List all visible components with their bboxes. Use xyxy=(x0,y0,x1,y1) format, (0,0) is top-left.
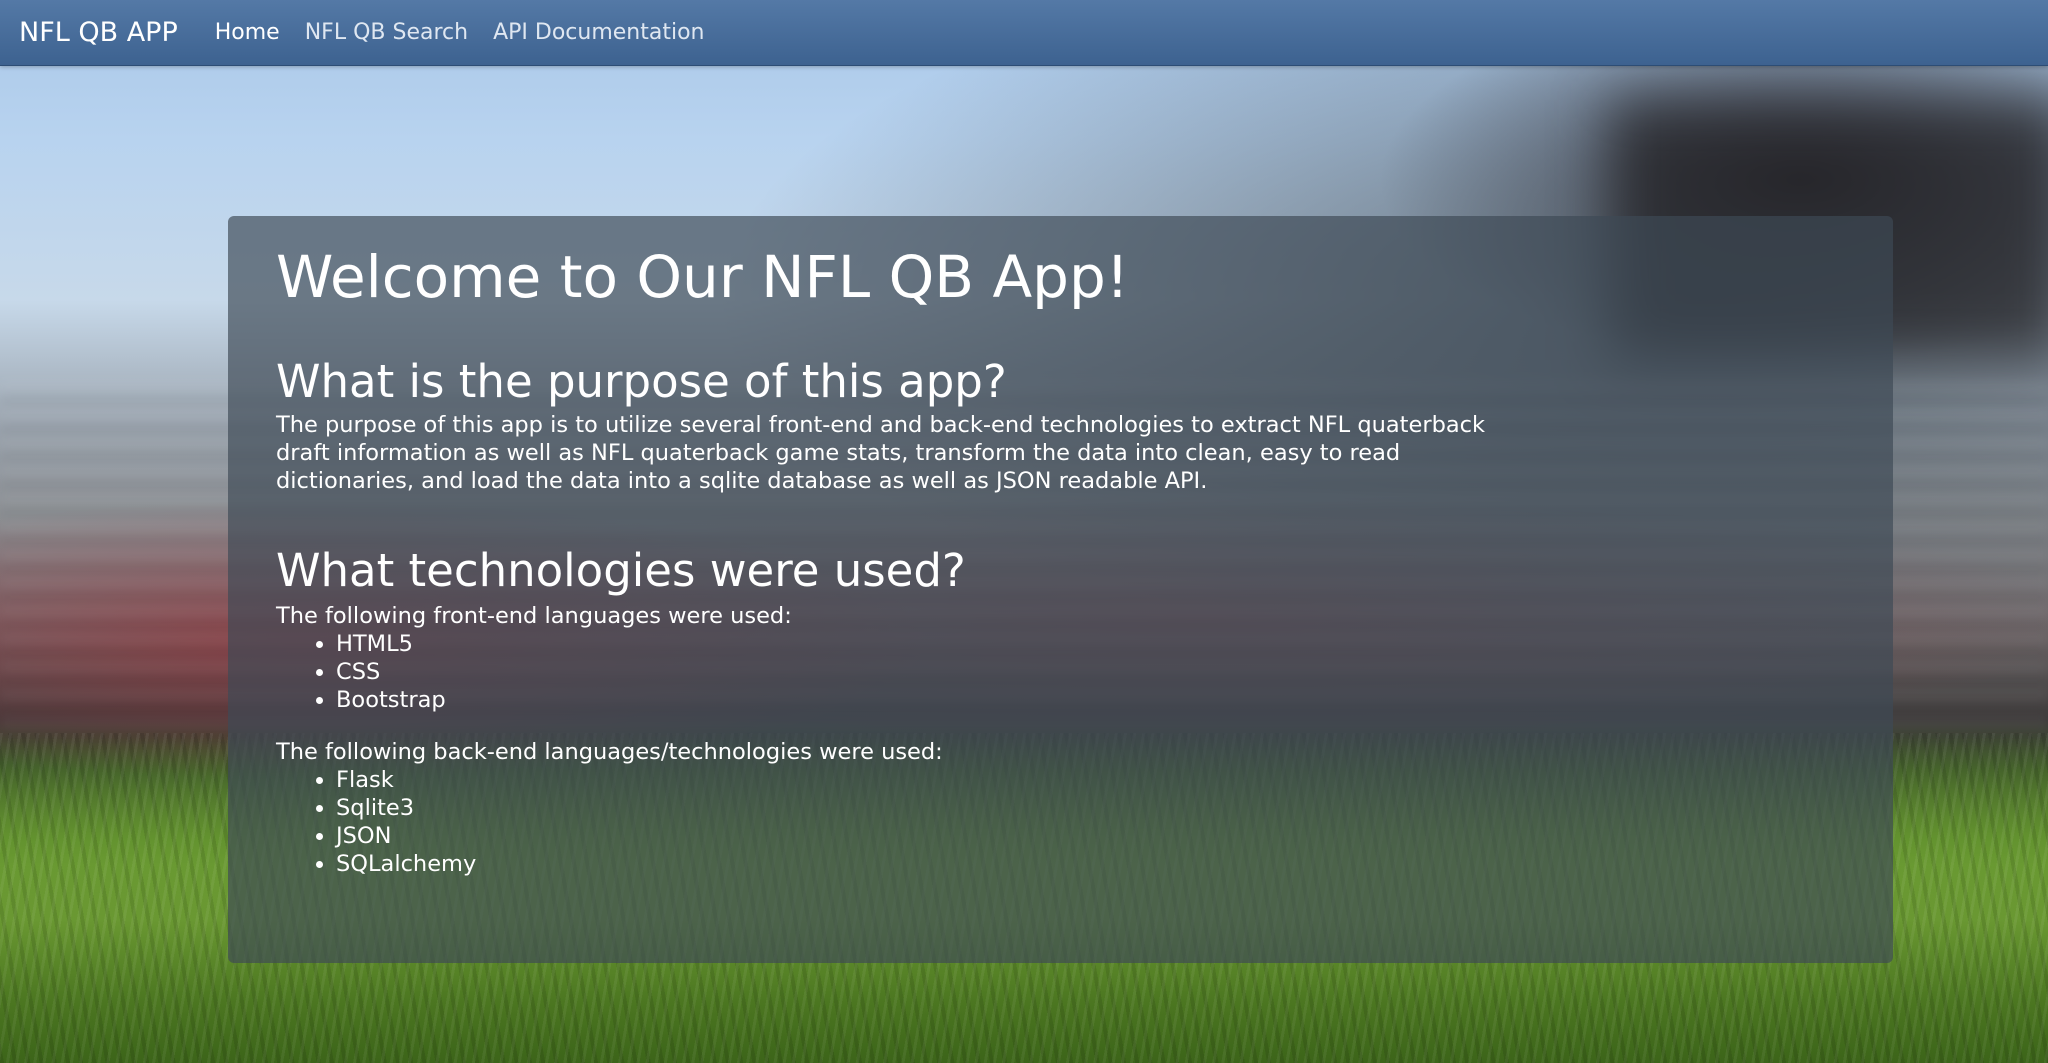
nav-link-qb-search[interactable]: NFL QB Search xyxy=(305,20,468,45)
purpose-text: The purpose of this app is to utilize se… xyxy=(276,411,1486,494)
brand-link[interactable]: NFL QB APP xyxy=(19,17,178,48)
page-title: Welcome to Our NFL QB App! xyxy=(276,243,1130,311)
list-item: Flask xyxy=(336,766,1845,794)
backend-list: Flask Sqlite3 JSON SQLalchemy xyxy=(276,766,1845,878)
page: NFL QB APP Home NFL QB Search API Docume… xyxy=(0,0,2048,1063)
technologies-heading: What technologies were used? xyxy=(276,543,966,597)
purpose-heading: What is the purpose of this app? xyxy=(276,354,1007,408)
nav-link-home[interactable]: Home xyxy=(215,20,280,45)
frontend-list: HTML5 CSS Bootstrap xyxy=(276,630,1845,714)
top-navbar: NFL QB APP Home NFL QB Search API Docume… xyxy=(0,0,2048,66)
frontend-intro: The following front-end languages were u… xyxy=(276,602,792,629)
list-item: JSON xyxy=(336,822,1845,850)
welcome-panel: Welcome to Our NFL QB App! What is the p… xyxy=(228,216,1893,963)
list-item: Bootstrap xyxy=(336,686,1845,714)
list-item: CSS xyxy=(336,658,1845,686)
nav-link-api-documentation[interactable]: API Documentation xyxy=(493,20,704,45)
backend-intro: The following back-end languages/technol… xyxy=(276,738,943,765)
list-item: SQLalchemy xyxy=(336,850,1845,878)
list-item: HTML5 xyxy=(336,630,1845,658)
list-item: Sqlite3 xyxy=(336,794,1845,822)
